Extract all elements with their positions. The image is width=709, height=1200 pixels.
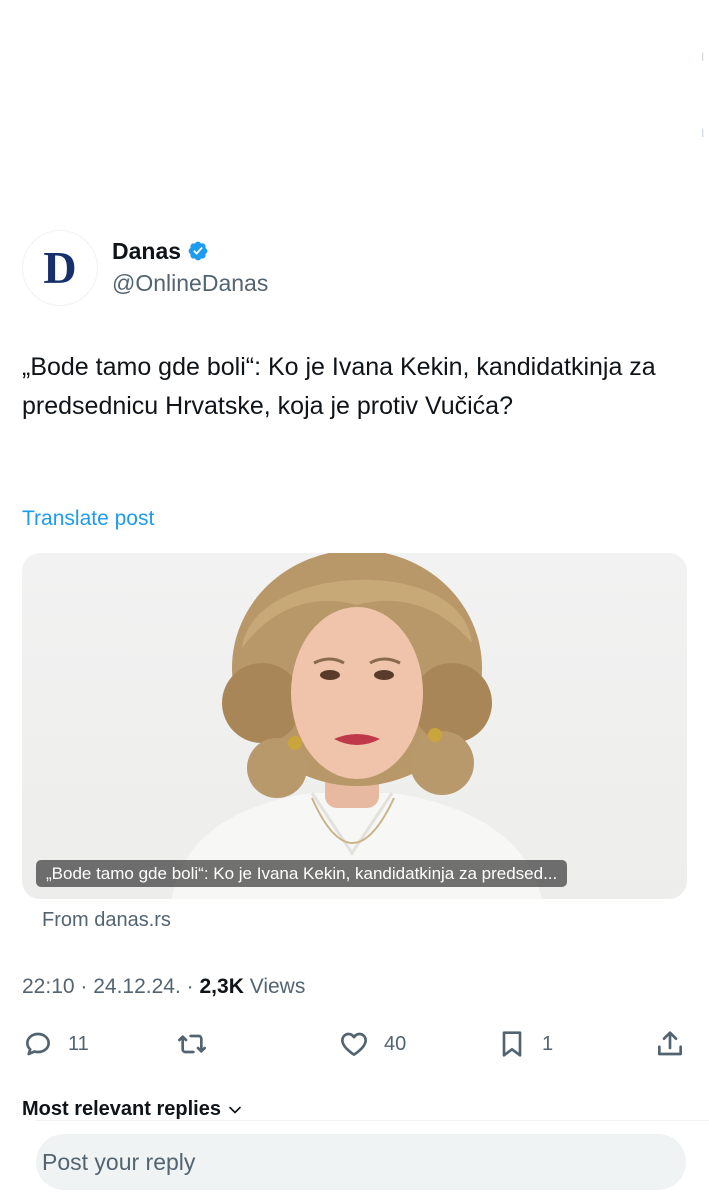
post-meta: 22:10 · 24.12.24. · 2,3K Views xyxy=(22,975,305,999)
reply-icon xyxy=(26,1032,50,1056)
edge-mark: I xyxy=(701,50,705,64)
action-bar: 11 40 1 xyxy=(22,1028,689,1064)
handle[interactable]: @OnlineDanas xyxy=(112,268,268,298)
views-label: Views xyxy=(249,975,306,998)
like-button[interactable]: 40 xyxy=(338,1028,406,1060)
translate-post-link[interactable]: Translate post xyxy=(22,507,154,531)
link-card[interactable]: „Bode tamo gde boli“: Ko je Ivana Kekin,… xyxy=(22,553,687,899)
verified-icon xyxy=(188,241,208,261)
bookmark-icon xyxy=(502,1031,522,1057)
reply-button[interactable]: 11 xyxy=(22,1028,89,1060)
like-icon xyxy=(341,1032,367,1056)
post-author[interactable]: D Danas @OnlineDanas xyxy=(22,230,268,306)
card-caption: „Bode tamo gde boli“: Ko je Ivana Kekin,… xyxy=(36,860,568,887)
avatar-letter: D xyxy=(43,242,77,293)
like-count: 40 xyxy=(384,1032,407,1055)
meta-separator: · xyxy=(80,975,94,998)
card-source[interactable]: From danas.rs xyxy=(42,909,171,932)
display-name[interactable]: Danas xyxy=(112,236,181,266)
chevron-down-icon xyxy=(229,1106,241,1113)
card-image xyxy=(172,553,542,899)
replies-sort-dropdown[interactable]: Most relevant replies xyxy=(22,1098,243,1121)
reply-composer xyxy=(36,1120,709,1200)
replies-sort-label: Most relevant replies xyxy=(22,1098,221,1120)
share-button[interactable] xyxy=(654,1028,686,1060)
avatar[interactable]: D xyxy=(22,230,98,306)
repost-icon xyxy=(178,1034,206,1054)
author-names: Danas @OnlineDanas xyxy=(112,236,268,298)
reply-count: 11 xyxy=(68,1032,89,1055)
post-time[interactable]: 22:10 xyxy=(22,975,75,998)
share-icon xyxy=(658,1031,682,1056)
post-text: „Bode tamo gde boli“: Ko je Ivana Kekin,… xyxy=(22,353,656,420)
display-name-row[interactable]: Danas xyxy=(112,236,268,266)
post-date[interactable]: 24.12.24. xyxy=(93,975,181,998)
meta-separator: · xyxy=(186,975,200,998)
bookmark-count: 1 xyxy=(542,1032,554,1055)
bookmark-button[interactable]: 1 xyxy=(496,1028,553,1060)
views-count: 2,3K xyxy=(199,975,244,998)
reply-input[interactable] xyxy=(36,1134,686,1190)
edge-mark: I xyxy=(701,126,705,140)
repost-button[interactable] xyxy=(176,1028,222,1060)
